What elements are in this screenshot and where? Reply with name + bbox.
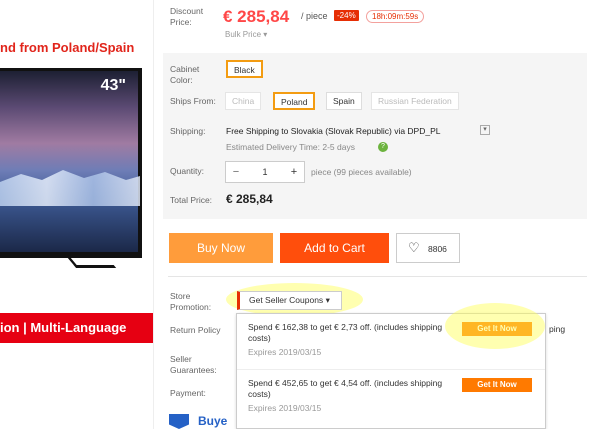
shipping-dropdown-icon[interactable]: ▾	[480, 125, 490, 135]
tv-stand	[67, 258, 117, 268]
discount-badge: -24%	[334, 10, 359, 21]
discount-price: € 285,84	[223, 7, 290, 26]
wishlist-button[interactable]: ♡ 8806	[396, 233, 460, 263]
cabinet-color-label: Cabinet Color:	[170, 64, 200, 85]
countdown-timer: 18h:09m:59s	[366, 10, 425, 23]
ships-from-label: Ships From:	[170, 96, 216, 106]
tv-screen: 43"	[0, 68, 142, 258]
seller-coupons-dropdown[interactable]: Get Seller Coupons ▾	[237, 291, 342, 310]
per-piece: / piece	[301, 11, 328, 21]
ships-option-poland[interactable]: Poland	[273, 92, 316, 110]
coupon-description: Spend € 452,65 to get € 4,54 off. (inclu…	[248, 378, 443, 399]
buy-now-button[interactable]: Buy Now	[169, 233, 273, 263]
product-red-band: ion | Multi-Language	[0, 313, 153, 343]
delivery-time: Estimated Delivery Time: 2-5 days	[226, 142, 355, 152]
minus-icon[interactable]: −	[226, 166, 246, 178]
ships-option-china[interactable]: China	[225, 92, 262, 110]
buyer-protection-text: Buye	[198, 414, 228, 428]
color-option-black[interactable]: Black	[226, 60, 263, 78]
help-icon[interactable]: ?	[378, 142, 388, 152]
quantity-value[interactable]: 1	[246, 167, 284, 177]
section-divider	[168, 276, 587, 277]
quantity-note: piece (99 pieces available)	[311, 167, 412, 177]
return-policy-tail: ping	[549, 324, 566, 334]
highlight-get-it-now	[445, 303, 545, 349]
coupon-item: Spend € 452,65 to get € 4,54 off. (inclu…	[237, 370, 545, 426]
store-promotion-label: Store Promotion:	[170, 291, 212, 312]
caret-down-icon: ▾	[325, 295, 330, 305]
shipping-text: Free Shipping to Slovakia (Slovak Republ…	[226, 126, 441, 136]
quantity-label: Quantity:	[170, 166, 205, 176]
coupon-description: Spend € 162,38 to get € 2,73 off. (inclu…	[248, 322, 443, 343]
coupon-expiry: Expires 2019/03/15	[248, 347, 322, 357]
product-banner-text: nd from Poland/Spain	[0, 40, 135, 55]
bulk-price-link[interactable]: Bulk Price ▾	[225, 30, 267, 39]
return-policy-label: Return Policy	[170, 325, 221, 335]
quantity-stepper[interactable]: − 1 +	[225, 161, 305, 183]
discount-price-label: Discount Price:	[170, 6, 204, 27]
coupon-expiry: Expires 2019/03/15	[248, 403, 322, 413]
ice-landscape	[0, 170, 140, 206]
plus-icon[interactable]: +	[284, 166, 304, 178]
add-to-cart-button[interactable]: Add to Cart	[280, 233, 389, 263]
total-price: € 285,84	[226, 192, 273, 206]
shipping-label: Shipping:	[170, 126, 206, 136]
payment-label: Payment:	[170, 388, 206, 398]
tv-size-label: 43"	[100, 77, 126, 94]
caret-down-icon: ▾	[263, 30, 268, 39]
ships-option-russia[interactable]: Russian Federation	[371, 92, 459, 110]
buyer-protection-icon	[169, 414, 189, 429]
get-coupon-button[interactable]: Get It Now	[462, 378, 532, 392]
ships-option-spain[interactable]: Spain	[326, 92, 362, 110]
wishlist-count: 8806	[428, 244, 447, 254]
column-divider	[153, 0, 154, 429]
heart-icon: ♡	[408, 240, 420, 255]
total-price-label: Total Price:	[170, 195, 213, 205]
seller-guarantees-label: Seller Guarantees:	[170, 354, 217, 375]
product-image[interactable]: nd from Poland/Spain 43" ion | Multi-Lan…	[0, 0, 153, 429]
